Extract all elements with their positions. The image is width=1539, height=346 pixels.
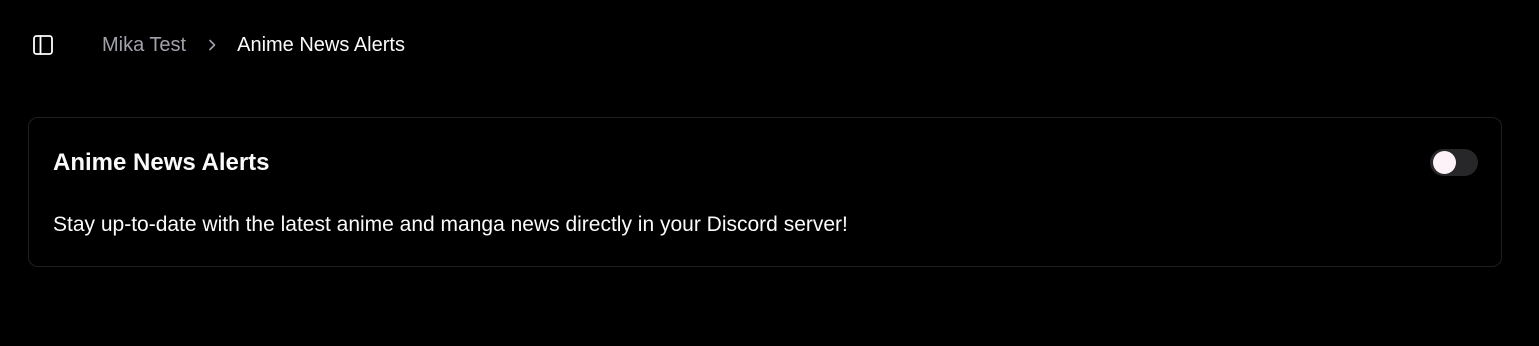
feature-toggle-switch[interactable] <box>1430 149 1478 176</box>
feature-card: Anime News Alerts Stay up-to-date with t… <box>28 117 1502 267</box>
card-description: Stay up-to-date with the latest anime an… <box>53 213 848 236</box>
breadcrumb-item-current: Anime News Alerts <box>237 33 405 56</box>
card-title: Anime News Alerts <box>53 149 270 176</box>
chevron-right-icon <box>205 38 219 52</box>
top-bar: Mika Test Anime News Alerts <box>0 0 1539 90</box>
breadcrumb: Mika Test Anime News Alerts <box>102 33 405 57</box>
panel-left-icon <box>32 34 54 56</box>
toggle-knob <box>1433 151 1456 174</box>
breadcrumb-item-mika-test[interactable]: Mika Test <box>102 34 186 57</box>
sidebar-toggle-button[interactable] <box>32 34 54 56</box>
